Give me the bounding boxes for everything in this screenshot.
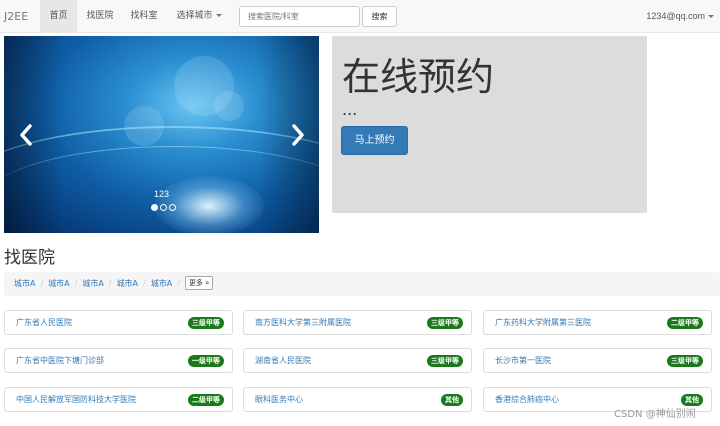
hospital-level-badge: 三级甲等 (667, 355, 703, 367)
carousel-indicators (151, 204, 178, 214)
chevron-right-icon (292, 124, 304, 146)
hospital-level-badge: 一级甲等 (188, 355, 224, 367)
hospital-level-badge: 二级甲等 (667, 317, 703, 329)
book-now-button[interactable]: 马上预约 (341, 126, 408, 155)
hospital-name-link[interactable]: 长沙市第一医院 (495, 349, 551, 373)
caret-down-icon (215, 14, 222, 17)
jumbotron: 在线预约 ... 马上预约 (332, 36, 647, 213)
city-link[interactable]: 城市A (14, 279, 35, 288)
nav-item-home[interactable]: 首页 (40, 0, 77, 33)
breadcrumb-separator: / (143, 279, 146, 288)
brand-link[interactable]: J2EE (4, 0, 28, 33)
carousel-caption: 123 (153, 189, 170, 199)
select-city-label: 选择城市 (176, 11, 213, 21)
hospital-card[interactable]: 眼科医务中心 其他 (243, 387, 472, 412)
user-email: 1234@qq.com (646, 11, 705, 21)
hospital-card[interactable]: 湖南省人民医院 三级甲等 (243, 348, 472, 373)
breadcrumb-separator: / (108, 279, 112, 288)
carousel-bg-flare (214, 91, 244, 121)
nav-item-find-department[interactable]: 找科室 (124, 0, 164, 33)
hospital-name-link[interactable]: 广东省人民医院 (16, 311, 72, 335)
chevron-left-icon (20, 124, 32, 146)
watermark-text: CSDN @神仙别闹 (614, 409, 696, 420)
carousel-indicator[interactable] (160, 204, 167, 211)
hospital-card[interactable]: 广东省中医院下塘门诊部 一级甲等 (4, 348, 233, 373)
nav-item-find-hospital[interactable]: 找医院 (80, 0, 120, 33)
hospital-name-link[interactable]: 南方医科大学第三附属医院 (255, 311, 351, 335)
image-carousel: 123 (4, 36, 319, 233)
carousel-indicator[interactable] (151, 204, 158, 211)
carousel-indicator[interactable] (169, 204, 176, 211)
hospital-name-link[interactable]: 广东药科大学附属第三医院 (495, 311, 591, 335)
city-link[interactable]: 城市A (48, 279, 69, 288)
hospital-card[interactable]: 广东药科大学附属第三医院 二级甲等 (483, 310, 712, 335)
top-navbar: J2EE 首页 找医院 找科室 选择城市 搜索 1234@qq.com (0, 0, 720, 33)
hospital-name-link[interactable]: 广东省中医院下塘门诊部 (16, 349, 104, 373)
hospital-level-badge: 三级甲等 (427, 355, 463, 367)
city-link[interactable]: 城市A (82, 279, 103, 288)
caret-down-icon (708, 15, 714, 19)
jumbotron-title: 在线预约 (342, 55, 495, 99)
hospital-level-badge: 其他 (441, 394, 463, 406)
search-button[interactable]: 搜索 (362, 6, 397, 27)
breadcrumb-separator: / (40, 279, 44, 288)
jumbotron-text: ... (342, 100, 358, 119)
hospital-card[interactable]: 长沙市第一医院 三级甲等 (483, 348, 712, 373)
breadcrumb-separator: / (74, 279, 78, 288)
hospital-card[interactable]: 中国人民解放军国防科技大学医院 二级甲等 (4, 387, 233, 412)
city-link[interactable]: 城市A (117, 279, 138, 288)
hospital-level-badge: 二级甲等 (188, 394, 224, 406)
hospital-card[interactable]: 南方医科大学第三附属医院 三级甲等 (243, 310, 472, 335)
carousel-next-button[interactable] (288, 122, 308, 148)
hospital-name-link[interactable]: 中国人民解放军国防科技大学医院 (16, 388, 136, 412)
user-menu[interactable]: 1234@qq.com (646, 0, 714, 33)
hospital-name-link[interactable]: 眼科医务中心 (255, 388, 303, 412)
hospital-name-link[interactable]: 湖南省人民医院 (255, 349, 311, 373)
search-input[interactable] (239, 6, 360, 27)
hospital-level-badge: 三级甲等 (188, 317, 224, 329)
more-cities-button[interactable]: 更多 » (184, 275, 214, 290)
city-link[interactable]: 城市A (151, 279, 172, 288)
city-breadcrumb: 城市A / 城市A / 城市A / 城市A / 城市A / 更多 » (4, 272, 720, 296)
section-title: 找医院 (4, 248, 55, 268)
hospital-card[interactable]: 广东省人民医院 三级甲等 (4, 310, 233, 335)
breadcrumb-separator: / (177, 279, 180, 288)
nav-item-select-city[interactable]: 选择城市 (170, 0, 228, 33)
hospital-level-badge: 三级甲等 (427, 317, 463, 329)
carousel-prev-button[interactable] (16, 122, 36, 148)
hospital-name-link[interactable]: 香港综合肺癌中心 (495, 388, 559, 412)
